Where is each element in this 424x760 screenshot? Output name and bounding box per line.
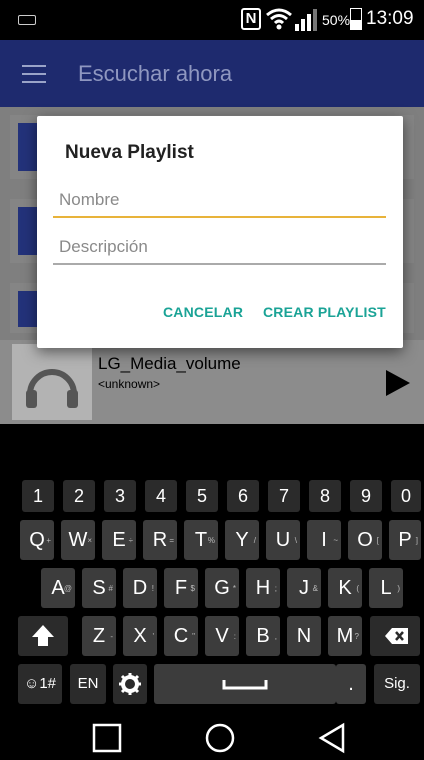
key-6[interactable]: 6 — [227, 480, 259, 512]
headphones-icon — [26, 369, 78, 408]
key-i[interactable]: ~ I — [307, 520, 341, 560]
key-y[interactable]: / Y — [225, 520, 259, 560]
key-g[interactable]: * G — [205, 568, 239, 608]
key-r[interactable]: = R — [143, 520, 177, 560]
key-u[interactable]: \ U — [266, 520, 300, 560]
playlist-name-input[interactable] — [53, 184, 386, 218]
settings-icon — [119, 673, 141, 695]
key-d[interactable]: ! D — [123, 568, 157, 608]
key-o[interactable]: [O — [348, 520, 382, 560]
wifi-icon — [266, 8, 292, 30]
keyboard-indicator-icon — [18, 15, 36, 25]
shift-icon — [32, 625, 54, 646]
key-k[interactable]: (K — [328, 568, 362, 608]
space-key[interactable] — [154, 664, 336, 704]
battery-icon — [350, 8, 362, 30]
shift-key[interactable] — [18, 616, 68, 656]
key-7[interactable]: 7 — [268, 480, 300, 512]
play-icon[interactable] — [386, 370, 410, 396]
page-title: Escuchar ahora — [78, 61, 233, 86]
key-m[interactable]: ? M — [328, 616, 362, 656]
period-key[interactable]: . — [336, 664, 366, 704]
recents-icon[interactable] — [91, 722, 123, 754]
key-e[interactable]: ÷ E — [102, 520, 136, 560]
key-8[interactable]: 8 — [309, 480, 341, 512]
key-q[interactable]: + Q — [20, 520, 54, 560]
key-l[interactable]: ) L — [369, 568, 403, 608]
key-3[interactable]: 3 — [104, 480, 136, 512]
create-playlist-button[interactable]: CREAR PLAYLIST — [263, 304, 386, 320]
key-x[interactable]: ' X — [123, 616, 157, 656]
new-playlist-dialog: Nueva Playlist CANCELAR CREAR PLAYLIST — [37, 116, 403, 348]
keyboard: 1 2 3 4 5 6 7 8 9 0 + Q × W ÷ E = R % T / Y \ U… — [0, 424, 424, 716]
key-w[interactable]: × W — [61, 520, 95, 560]
back-icon[interactable] — [316, 722, 348, 754]
symbols-key[interactable]: ☺1# — [18, 664, 62, 704]
menu-icon[interactable] — [22, 65, 46, 83]
status-bar: N 50% 13:09 — [0, 0, 424, 40]
next-key[interactable]: Sig. — [374, 664, 420, 704]
key-a[interactable]: @ A — [41, 568, 75, 608]
key-5[interactable]: 5 — [186, 480, 218, 512]
signal-icon — [295, 9, 317, 31]
dialog-title: Nueva Playlist — [65, 142, 194, 163]
navigation-bar — [0, 716, 424, 760]
key-f[interactable]: $ F — [164, 568, 198, 608]
key-c[interactable]: " C — [164, 616, 198, 656]
clock: 13:09 — [366, 8, 414, 29]
key-h[interactable]: ; H — [246, 568, 280, 608]
backspace-icon — [385, 628, 408, 644]
key-b[interactable]: ,B — [246, 616, 280, 656]
key-0[interactable]: 0 — [391, 480, 421, 512]
key-p[interactable]: ] P — [389, 520, 421, 560]
track-title: LG_Media_volume — [98, 354, 241, 373]
key-2[interactable]: 2 — [63, 480, 95, 512]
key-v[interactable]: :V — [205, 616, 239, 656]
cancel-button[interactable]: CANCELAR — [163, 304, 243, 320]
album-art — [12, 344, 92, 420]
playlist-description-input[interactable] — [53, 231, 386, 265]
mini-player[interactable]: LG_Media_volume <unknown> — [0, 340, 424, 424]
home-icon[interactable] — [204, 722, 236, 754]
app-bar: Escuchar ahora — [0, 40, 424, 107]
settings-key[interactable] — [113, 664, 147, 704]
key-t[interactable]: % T — [184, 520, 218, 560]
key-9[interactable]: 9 — [350, 480, 382, 512]
battery-percentage: 50% — [322, 12, 351, 28]
language-key[interactable]: EN — [70, 664, 106, 704]
key-s[interactable]: # S — [82, 568, 116, 608]
nfc-icon: N — [241, 8, 261, 30]
key-z[interactable]: -Z — [82, 616, 116, 656]
key-j[interactable]: & J — [287, 568, 321, 608]
space-icon — [222, 680, 268, 690]
key-4[interactable]: 4 — [145, 480, 177, 512]
key-1[interactable]: 1 — [22, 480, 54, 512]
backspace-key[interactable] — [370, 616, 420, 656]
key-n[interactable]: N — [287, 616, 321, 656]
track-artist: <unknown> — [98, 377, 161, 391]
